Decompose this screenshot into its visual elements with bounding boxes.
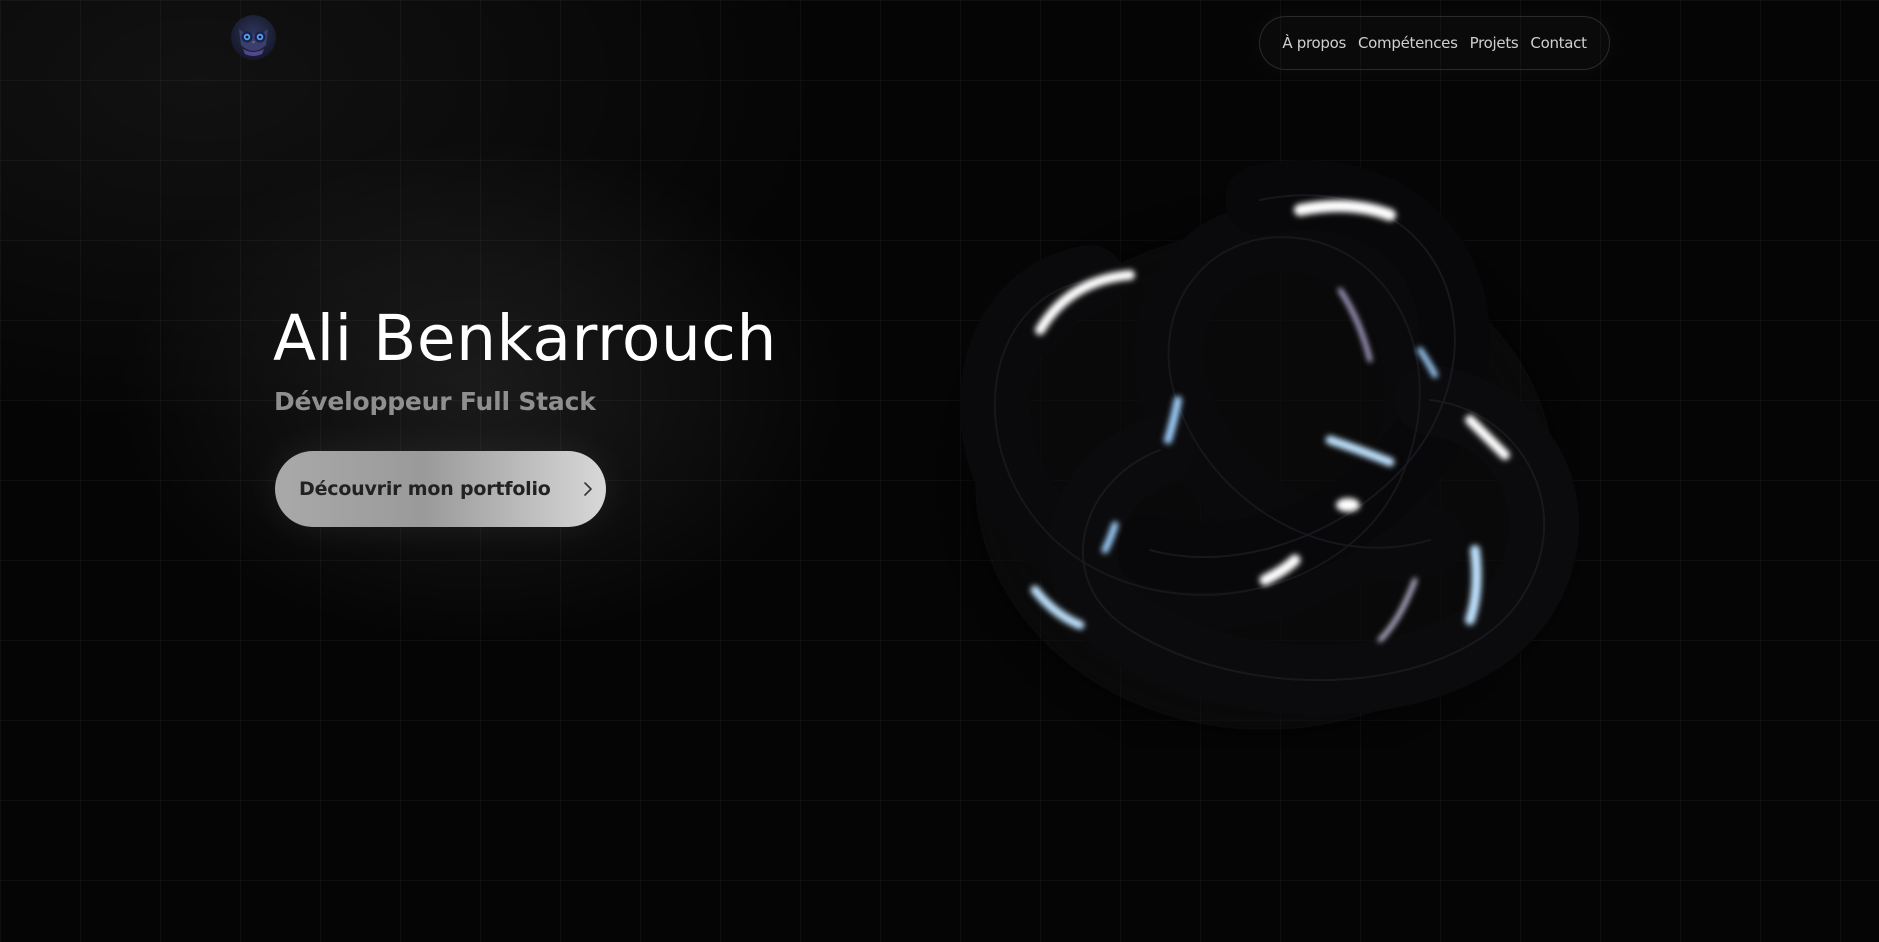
hero-title: Ali Benkarrouch	[273, 302, 777, 375]
chevron-right-icon	[583, 482, 592, 496]
owl-avatar-icon[interactable]	[231, 15, 276, 60]
discover-portfolio-button[interactable]: Découvrir mon portfolio	[275, 451, 606, 527]
main-nav: À propos Compétences Projets Contact	[1259, 16, 1610, 70]
nav-link-projets[interactable]: Projets	[1470, 34, 1519, 52]
nav-link-a-propos[interactable]: À propos	[1282, 34, 1346, 52]
nav-link-competences[interactable]: Compétences	[1358, 34, 1458, 52]
hero-subtitle: Développeur Full Stack	[274, 387, 596, 416]
cta-label: Découvrir mon portfolio	[299, 478, 551, 500]
nav-link-contact[interactable]: Contact	[1530, 34, 1587, 52]
torus-knot-3d-graphic	[960, 160, 1580, 730]
